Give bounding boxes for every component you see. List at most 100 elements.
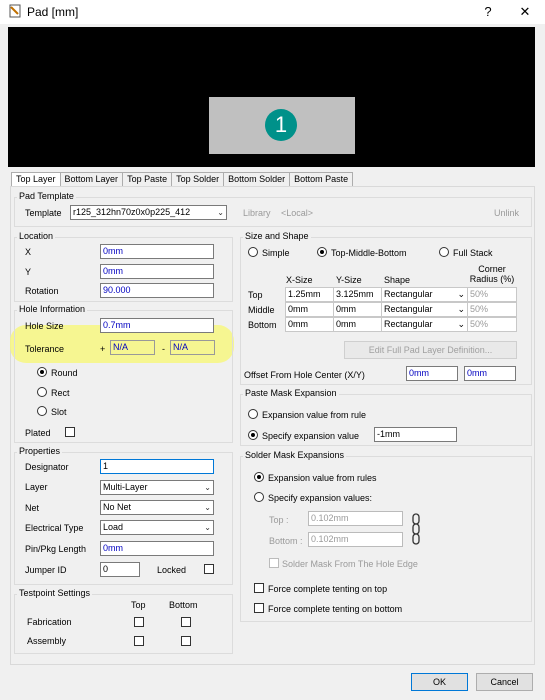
link-chain-icon[interactable]	[410, 512, 422, 546]
assembly-bottom-checkbox[interactable]	[181, 636, 191, 646]
top-corner-radius: 50%	[467, 287, 517, 302]
jumper-id-label: Jumper ID	[25, 565, 67, 575]
solder-from-hole-label: Solder Mask From The Hole Edge	[282, 559, 418, 569]
fabrication-top-checkbox[interactable]	[134, 617, 144, 627]
rect-label: Rect	[51, 388, 70, 398]
solder-rules-radio[interactable]	[254, 472, 264, 482]
paste-specify-input[interactable]: -1mm	[374, 427, 457, 442]
layer-value: Multi-Layer	[103, 482, 148, 492]
chevron-down-icon: ⌄	[457, 319, 465, 329]
paste-specify-radio[interactable]	[248, 430, 258, 440]
chevron-down-icon: ⌄	[204, 503, 211, 512]
solder-bottom-label: Bottom :	[269, 536, 303, 546]
net-select[interactable]: No Net ⌄	[100, 500, 214, 515]
middle-shape-value: Rectangular	[384, 304, 433, 314]
edit-full-pad-layer-button[interactable]: Edit Full Pad Layer Definition...	[344, 341, 517, 359]
electrical-type-value: Load	[103, 522, 124, 532]
middle-y-size[interactable]: 0mm	[333, 302, 382, 317]
size-shape-title: Size and Shape	[243, 231, 311, 241]
ok-button[interactable]: OK	[411, 673, 468, 691]
offset-x-input[interactable]: 0mm	[406, 366, 458, 381]
rect-radio[interactable]	[37, 387, 47, 397]
solder-from-hole-checkbox[interactable]	[269, 558, 279, 568]
net-value: No Net	[103, 502, 132, 512]
x-size-header: X-Size	[286, 275, 313, 285]
bottom-x-size[interactable]: 0mm	[285, 317, 334, 332]
location-title: Location	[17, 231, 56, 241]
fabrication-label: Fabrication	[27, 617, 72, 627]
tab-top-layer[interactable]: Top Layer	[11, 172, 61, 186]
tolerance-label: Tolerance	[25, 344, 65, 354]
pin-pkg-input[interactable]: 0mm	[100, 541, 214, 556]
title-bar: Pad [mm] ? ✕	[0, 0, 545, 24]
slot-radio[interactable]	[37, 406, 47, 416]
bottom-shape-select[interactable]: Rectangular ⌄	[381, 317, 468, 332]
locked-checkbox[interactable]	[204, 564, 214, 574]
top-y-size[interactable]: 3.125mm	[333, 287, 382, 302]
designator-input[interactable]: 1	[100, 459, 214, 474]
solder-bottom-input[interactable]: 0.102mm	[308, 532, 403, 547]
tab-top-solder[interactable]: Top Solder	[171, 172, 225, 186]
tab-bottom-paste[interactable]: Bottom Paste	[289, 172, 354, 186]
tent-top-label: Force complete tenting on top	[268, 584, 388, 594]
full-stack-label: Full Stack	[453, 248, 493, 258]
solder-specify-radio[interactable]	[254, 492, 264, 502]
paste-specify-label: Specify expansion value	[262, 431, 360, 441]
y-input[interactable]: 0mm	[100, 264, 214, 279]
tent-top-checkbox[interactable]	[254, 583, 264, 593]
chevron-down-icon: ⌄	[204, 483, 211, 492]
tab-bottom-layer[interactable]: Bottom Layer	[59, 172, 124, 186]
simple-radio[interactable]	[248, 247, 258, 257]
help-button[interactable]: ?	[475, 1, 501, 23]
template-select[interactable]: r125_312hn70z0x0p225_412 ⌄	[70, 205, 227, 220]
offset-y-input[interactable]: 0mm	[464, 366, 516, 381]
tolerance-minus-input[interactable]: N/A	[170, 340, 215, 355]
top-shape-select[interactable]: Rectangular ⌄	[381, 287, 468, 302]
pad-app-icon	[9, 4, 21, 18]
tolerance-plus-sign: +	[100, 344, 106, 354]
assembly-label: Assembly	[27, 636, 67, 646]
bottom-y-size[interactable]: 0mm	[333, 317, 382, 332]
row-top-label: Top	[248, 290, 263, 300]
jumper-id-spinner[interactable]: 0	[100, 562, 140, 577]
cancel-button[interactable]: Cancel	[476, 673, 533, 691]
middle-shape-select[interactable]: Rectangular ⌄	[381, 302, 468, 317]
library-label: Library	[243, 208, 271, 218]
hole-size-input[interactable]: 0.7mm	[100, 318, 214, 333]
hole-info-title: Hole Information	[17, 304, 88, 314]
top-shape-value: Rectangular	[384, 289, 433, 299]
rotation-input[interactable]: 90.000	[100, 283, 214, 298]
unlink-button[interactable]: Unlink	[494, 208, 519, 218]
tab-bottom-solder[interactable]: Bottom Solder	[223, 172, 291, 186]
tent-bottom-label: Force complete tenting on bottom	[268, 604, 403, 614]
paste-rule-radio[interactable]	[248, 409, 258, 419]
tent-bottom-checkbox[interactable]	[254, 603, 264, 613]
top-middle-bottom-label: Top-Middle-Bottom	[331, 248, 407, 258]
top-middle-bottom-radio[interactable]	[317, 247, 327, 257]
pin-pkg-label: Pin/Pkg Length	[25, 544, 87, 554]
shape-header: Shape	[384, 275, 411, 285]
tab-top-paste[interactable]: Top Paste	[122, 172, 173, 186]
tolerance-plus-input[interactable]: N/A	[110, 340, 155, 355]
assembly-top-checkbox[interactable]	[134, 636, 144, 646]
plated-checkbox[interactable]	[65, 427, 75, 437]
layer-select[interactable]: Multi-Layer ⌄	[100, 480, 214, 495]
electrical-type-select[interactable]: Load ⌄	[100, 520, 214, 535]
bottom-shape-value: Rectangular	[384, 319, 433, 329]
close-button[interactable]: ✕	[512, 1, 538, 23]
solder-specify-label: Specify expansion values:	[268, 493, 373, 503]
top-x-size[interactable]: 1.25mm	[285, 287, 334, 302]
testpoint-bottom-col: Bottom	[169, 600, 198, 610]
layer-label: Layer	[25, 482, 48, 492]
middle-x-size[interactable]: 0mm	[285, 302, 334, 317]
full-stack-radio[interactable]	[439, 247, 449, 257]
solder-top-input[interactable]: 0.102mm	[308, 511, 403, 526]
corner-radius-header: Corner Radius (%)	[469, 264, 515, 284]
paste-mask-title: Paste Mask Expansion	[243, 388, 339, 398]
slot-label: Slot	[51, 407, 67, 417]
x-input[interactable]: 0mm	[100, 244, 214, 259]
rotation-label: Rotation	[25, 286, 59, 296]
round-radio[interactable]	[37, 367, 47, 377]
chevron-down-icon: ⌄	[217, 208, 224, 217]
fabrication-bottom-checkbox[interactable]	[181, 617, 191, 627]
